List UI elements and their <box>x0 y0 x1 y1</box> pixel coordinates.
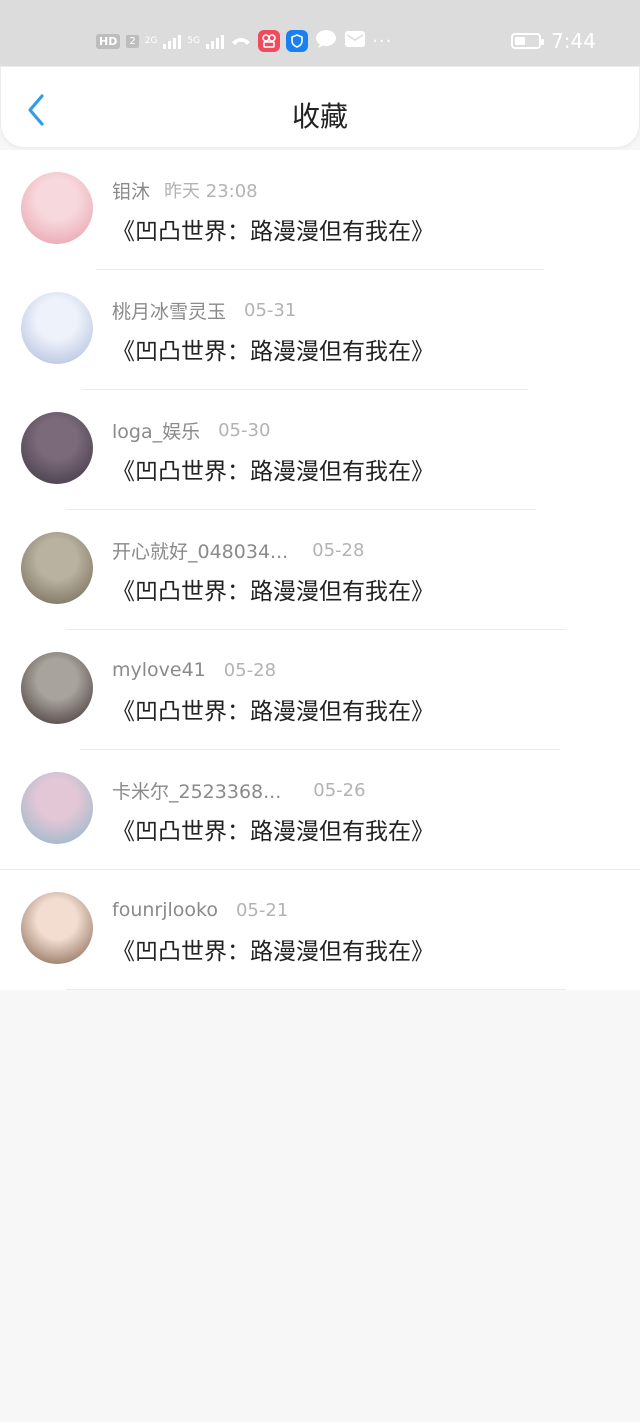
favorite-title[interactable]: 《凹凸世界：路漫漫但有我在》 <box>112 212 434 246</box>
favorite-title[interactable]: 《凹凸世界：路漫漫但有我在》 <box>112 572 434 606</box>
app-header: 收藏 <box>0 66 640 148</box>
timestamp: 05-28 <box>312 539 365 561</box>
favorite-title[interactable]: 《凹凸世界：路漫漫但有我在》 <box>112 812 434 846</box>
favorite-item[interactable]: mylove41 05-28 《凹凸世界：路漫漫但有我在》 <box>0 630 640 750</box>
username[interactable]: 开心就好_048034... <box>112 537 288 564</box>
battery-level <box>515 37 526 45</box>
timestamp: 昨天 23:08 <box>164 181 258 202</box>
avatar[interactable] <box>21 532 93 604</box>
status-time: 7:44 <box>551 29 596 53</box>
message-icon <box>314 29 338 53</box>
network-2g-label: 2G <box>144 35 158 46</box>
item-meta: 卡米尔_2523368... 05-26 <box>112 777 366 804</box>
favorite-title[interactable]: 《凹凸世界：路漫漫但有我在》 <box>112 332 434 366</box>
shield-icon <box>286 30 309 52</box>
username[interactable]: 钼沐 <box>112 177 150 204</box>
timestamp: 05-30 <box>218 419 271 441</box>
avatar[interactable] <box>21 772 93 844</box>
item-meta: founrjlooko 05-21 <box>112 898 288 922</box>
avatar[interactable] <box>21 292 93 364</box>
timestamp: 05-26 <box>313 779 366 801</box>
favorite-item[interactable]: founrjlooko 05-21 《凹凸世界：路漫漫但有我在》 <box>0 870 640 990</box>
signal-icon-2 <box>206 33 225 49</box>
page-title: 收藏 <box>291 100 348 133</box>
more-icon: ··· <box>372 30 393 52</box>
favorite-item[interactable]: 钼沐 昨天 23:08 《凹凸世界：路漫漫但有我在》 <box>0 150 640 270</box>
timestamp: 05-21 <box>235 899 289 921</box>
item-meta: 开心就好_048034... 05-28 <box>112 537 365 564</box>
missed-call-icon <box>230 30 252 52</box>
username[interactable]: founrjlooko <box>112 899 218 921</box>
username[interactable]: loga_娱乐 <box>112 417 200 444</box>
timestamp: 05-31 <box>244 299 297 321</box>
app-icon <box>258 30 281 52</box>
avatar[interactable] <box>21 172 93 244</box>
avatar[interactable] <box>21 652 93 724</box>
favorite-title[interactable]: 《凹凸世界：路漫漫但有我在》 <box>112 452 434 486</box>
item-meta: 桃月冰雪灵玉 05-31 <box>112 297 297 324</box>
favorite-item[interactable]: 开心就好_048034... 05-28 《凹凸世界：路漫漫但有我在》 <box>0 510 640 630</box>
favorite-title[interactable]: 《凹凸世界：路漫漫但有我在》 <box>112 692 434 726</box>
status-icons-right: 7:44 <box>511 28 596 54</box>
favorite-item[interactable]: loga_娱乐 05-30 《凹凸世界：路漫漫但有我在》 <box>0 390 640 510</box>
favorite-item[interactable]: 桃月冰雪灵玉 05-31 《凹凸世界：路漫漫但有我在》 <box>0 270 640 390</box>
item-meta: loga_娱乐 05-30 <box>112 417 271 444</box>
username[interactable]: 桃月冰雪灵玉 <box>112 297 226 324</box>
username[interactable]: mylove41 <box>112 659 206 681</box>
battery-icon <box>511 33 545 49</box>
signal-icon <box>163 33 182 49</box>
sim-badge: 2 <box>126 34 139 48</box>
timestamp: 05-28 <box>223 659 277 681</box>
favorite-item[interactable]: 卡米尔_2523368... 05-26 《凹凸世界：路漫漫但有我在》 <box>0 750 640 870</box>
hd-badge: HD <box>96 33 121 49</box>
favorites-list: 钼沐 昨天 23:08 《凹凸世界：路漫漫但有我在》 桃月冰雪灵玉 05-31 《凹凸世界… <box>0 150 640 990</box>
network-5g-label: 5G <box>187 35 201 46</box>
username[interactable]: 卡米尔_2523368... <box>112 777 281 804</box>
avatar[interactable] <box>21 892 93 964</box>
item-meta: mylove41 05-28 <box>112 658 276 682</box>
status-icons-left: HD 2 2G 5G ··· <box>96 28 392 54</box>
favorite-title[interactable]: 《凹凸世界：路漫漫但有我在》 <box>112 932 434 966</box>
divider <box>66 989 566 990</box>
item-meta: 钼沐 昨天 23:08 <box>112 177 258 204</box>
mail-icon <box>344 30 366 52</box>
avatar[interactable] <box>21 412 93 484</box>
